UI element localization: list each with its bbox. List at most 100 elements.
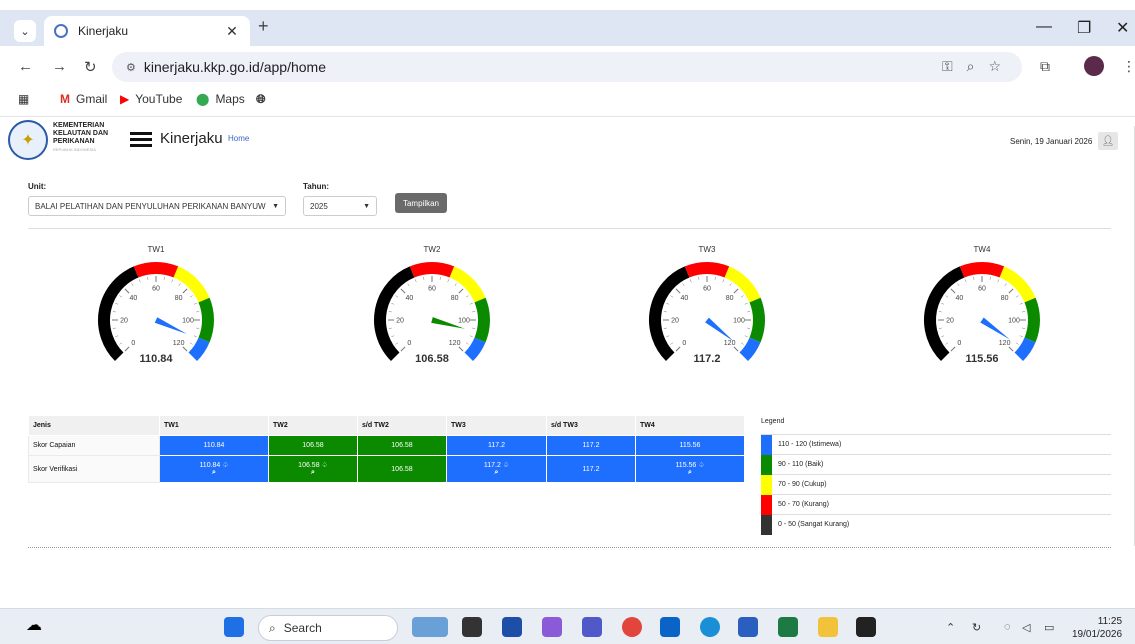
gauge-tick-label: 60 bbox=[428, 286, 436, 293]
search-icon: ⌕ bbox=[269, 620, 276, 635]
col-header: s/d TW3 bbox=[546, 415, 636, 436]
gauge-tick bbox=[744, 335, 748, 338]
kkp-logo: ✦ bbox=[8, 120, 48, 160]
legend-swatch bbox=[761, 494, 772, 515]
start-icon[interactable] bbox=[224, 617, 244, 637]
tab-title: Kinerjaku bbox=[78, 24, 129, 38]
volume-icon[interactable]: ◁ bbox=[1022, 621, 1030, 634]
menu-toggle-icon[interactable] bbox=[130, 132, 152, 147]
score-cell[interactable]: 117.2 ♤ ⌕ bbox=[446, 455, 547, 483]
gauge-tick bbox=[119, 295, 123, 298]
show-button[interactable]: Tampilkan bbox=[395, 193, 447, 213]
battery-icon[interactable]: ▭ bbox=[1044, 621, 1054, 634]
restore-icon[interactable]: ❐ bbox=[1077, 18, 1091, 38]
minimize-icon[interactable]: — bbox=[1036, 18, 1052, 36]
back-icon[interactable]: ← bbox=[18, 58, 33, 75]
org-name: KEMENTERIAN KELAUTAN DAN PERIKANAN REPUB… bbox=[53, 122, 109, 152]
tray-chevron-icon[interactable]: ⌃ bbox=[946, 621, 955, 634]
widgets-icon[interactable] bbox=[412, 617, 448, 637]
weather-icon[interactable]: ☁ bbox=[26, 615, 46, 635]
score-cell[interactable]: 106.58 ♤ ⌕ bbox=[268, 455, 358, 483]
address-bar[interactable]: ⚙ kinerjaku.kkp.go.id/app/home bbox=[112, 52, 1022, 82]
gauge-tick bbox=[439, 276, 441, 280]
browser-tab[interactable]: Kinerjaku ✕ bbox=[44, 16, 250, 46]
sticky-notes-icon[interactable] bbox=[856, 617, 876, 637]
gauge-tick bbox=[423, 276, 425, 280]
gauge-tick bbox=[388, 311, 392, 313]
task-view-icon[interactable] bbox=[462, 617, 482, 637]
search-icon[interactable]: ⌕ bbox=[451, 469, 542, 477]
thumbs-up-icon[interactable]: ♤ bbox=[320, 462, 328, 469]
gauge-value: 115.56 bbox=[965, 353, 998, 365]
search-icon[interactable]: ⌕ bbox=[164, 469, 264, 477]
tab-search-button[interactable]: ⌄ bbox=[14, 20, 36, 42]
globe-icon[interactable]: 🌐︎ bbox=[256, 92, 272, 107]
gauge-band bbox=[749, 297, 765, 343]
outlook-icon[interactable] bbox=[660, 617, 680, 637]
chevron-down-icon: ▼ bbox=[363, 202, 370, 210]
score-cell: 117.2 bbox=[546, 435, 636, 456]
gauge-tick-label: 20 bbox=[120, 318, 128, 325]
gauge-tick bbox=[465, 342, 469, 345]
bookmarks-bar: ▦ M Gmail ▶ YouTube ⬤ Maps 🌐︎ bbox=[0, 88, 1135, 112]
gauge-tick-label: 100 bbox=[733, 318, 745, 325]
gauge-tw1: TW1 0 20 40 60 80 100 120 110.84 bbox=[86, 240, 226, 390]
gauge-tick-label: 40 bbox=[680, 295, 688, 302]
thumbs-up-icon[interactable]: ♤ bbox=[501, 462, 509, 469]
gauge-tick bbox=[733, 346, 739, 352]
new-tab-button[interactable]: + bbox=[258, 16, 269, 37]
thumbs-up-icon[interactable]: ♤ bbox=[220, 462, 228, 469]
close-tab-icon[interactable]: ✕ bbox=[224, 23, 240, 40]
legend-item: 70 - 90 (Cukup) bbox=[761, 474, 1111, 495]
year-select[interactable]: 2025 ▼ bbox=[303, 196, 377, 216]
score-cell: 115.56 bbox=[635, 435, 745, 456]
gmail-icon: M bbox=[60, 92, 70, 106]
omnibox-action-icons[interactable]: ⚿⌕☆ bbox=[942, 58, 1015, 75]
thumbs-up-icon[interactable]: ♤ bbox=[696, 462, 704, 469]
edge-icon[interactable] bbox=[700, 617, 720, 637]
bookmark-youtube[interactable]: ▶ YouTube bbox=[120, 92, 182, 106]
taskbar-search[interactable]: ⌕ Search bbox=[258, 615, 398, 641]
taskbar-clock[interactable]: 11:25 19/01/2026 bbox=[1072, 615, 1122, 641]
file-explorer-icon[interactable] bbox=[818, 617, 838, 637]
bookmark-gmail[interactable]: M Gmail bbox=[60, 92, 107, 106]
reload-icon[interactable]: ↻ bbox=[84, 58, 97, 76]
gauge-tick-label: 40 bbox=[405, 295, 413, 302]
unit-select[interactable]: BALAI PELATIHAN DAN PENYULUHAN PERIKANAN… bbox=[28, 196, 286, 216]
col-header: s/d TW2 bbox=[357, 415, 447, 436]
word-icon[interactable] bbox=[738, 617, 758, 637]
gauge-tick bbox=[740, 295, 744, 298]
score-cell[interactable]: 115.56 ♤ ⌕ bbox=[635, 455, 745, 483]
gauge-tick bbox=[698, 276, 700, 280]
search-icon[interactable]: ⌕ bbox=[273, 469, 353, 477]
gauge-band bbox=[133, 262, 179, 278]
close-window-icon[interactable]: ✕ bbox=[1116, 18, 1129, 38]
search-icon[interactable]: ⌕ bbox=[640, 469, 740, 477]
browser-menu-icon[interactable]: ⋮ bbox=[1122, 58, 1135, 75]
gauge-band bbox=[464, 337, 486, 362]
store-icon[interactable] bbox=[502, 617, 522, 637]
section-divider bbox=[28, 228, 1111, 229]
gauge-tick bbox=[941, 335, 945, 338]
copilot-icon[interactable] bbox=[542, 617, 562, 637]
gauge-tick bbox=[729, 283, 732, 287]
wifi-icon[interactable]: ◌ bbox=[1004, 621, 1011, 633]
gauge-tick bbox=[388, 327, 392, 329]
score-value: 110.84 bbox=[203, 442, 225, 449]
bookmark-maps[interactable]: ⬤ Maps bbox=[196, 92, 245, 106]
profile-avatar[interactable] bbox=[1084, 56, 1104, 76]
gauge-tick bbox=[391, 302, 395, 305]
chrome-icon[interactable] bbox=[622, 617, 642, 637]
col-header: TW3 bbox=[446, 415, 547, 436]
score-cell[interactable]: 110.84 ♤ ⌕ bbox=[159, 455, 269, 483]
sync-icon[interactable]: ↻ bbox=[972, 621, 981, 634]
excel-icon[interactable] bbox=[778, 617, 798, 637]
forward-icon[interactable]: → bbox=[52, 58, 67, 75]
extensions-icon[interactable]: ⧉ bbox=[1040, 58, 1050, 75]
teams-icon[interactable] bbox=[582, 617, 602, 637]
breadcrumb-home[interactable]: Home bbox=[228, 134, 249, 143]
apps-icon[interactable]: ▦ bbox=[18, 92, 35, 106]
gauge-tick bbox=[196, 327, 200, 329]
user-icon[interactable]: 👤︎ bbox=[1098, 132, 1118, 150]
site-info-icon[interactable]: ⚙ bbox=[126, 61, 136, 74]
